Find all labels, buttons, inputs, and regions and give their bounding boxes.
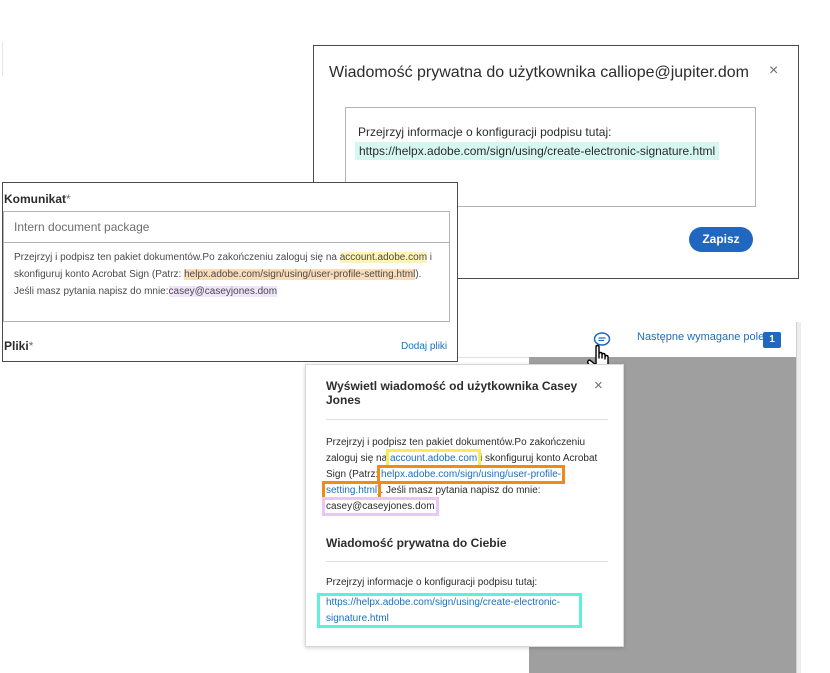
add-files-link[interactable]: Dodaj pliki bbox=[401, 341, 447, 352]
next-required-field-link[interactable]: Następne wymagane pole bbox=[637, 331, 764, 343]
signature-link-highlight-box bbox=[317, 593, 582, 628]
message-card: Komunikat* Intern document package Przej… bbox=[2, 182, 458, 362]
profile-link-continued[interactable]: setting.html bbox=[321, 481, 382, 500]
window-fragment bbox=[0, 42, 3, 76]
close-icon[interactable]: × bbox=[769, 62, 778, 80]
popup-title: Wyświetl wiadomość od użytkownika Casey … bbox=[326, 379, 578, 407]
close-icon[interactable]: × bbox=[594, 377, 603, 394]
account-link-highlight: account.adobe.com bbox=[339, 252, 428, 263]
scrollbar[interactable] bbox=[796, 322, 801, 673]
private-message-line: Przejrzyj informacje o konfiguracji podp… bbox=[358, 125, 612, 139]
sender-email: casey@caseyjones.dom bbox=[322, 497, 439, 516]
files-label: Pliki* bbox=[4, 339, 34, 353]
required-mark: * bbox=[28, 339, 34, 353]
message-label: Komunikat* bbox=[4, 192, 71, 206]
subject-input[interactable]: Intern document package bbox=[3, 211, 450, 243]
message-body-textarea[interactable]: Przejrzyj i podpisz ten pakiet dokumentó… bbox=[3, 242, 450, 322]
private-message-text: Przejrzyj informacje o konfiguracji podp… bbox=[326, 577, 538, 588]
next-required-count-badge: 1 bbox=[763, 332, 781, 348]
profile-link-highlight: helpx.adobe.com/sign/using/user-profile-… bbox=[184, 269, 416, 280]
email-highlight: casey@caseyjones.dom bbox=[168, 286, 278, 297]
popup-message-text: Przejrzyj i podpisz ten pakiet dokumentó… bbox=[321, 437, 598, 516]
private-message-link: https://helpx.adobe.com/sign/using/creat… bbox=[355, 142, 720, 160]
profile-link[interactable]: helpx.adobe.com/sign/using/user-profile- bbox=[377, 465, 566, 484]
divider bbox=[326, 419, 608, 420]
private-message-heading: Wiadomość prywatna do Ciebie bbox=[326, 536, 507, 550]
save-button[interactable]: Zapisz bbox=[689, 227, 753, 252]
required-mark: * bbox=[66, 192, 71, 206]
account-link[interactable]: account.adobe.com bbox=[385, 449, 482, 468]
dialog-title: Wiadomość prywatna do użytkownika callio… bbox=[329, 64, 749, 81]
divider bbox=[326, 561, 608, 562]
